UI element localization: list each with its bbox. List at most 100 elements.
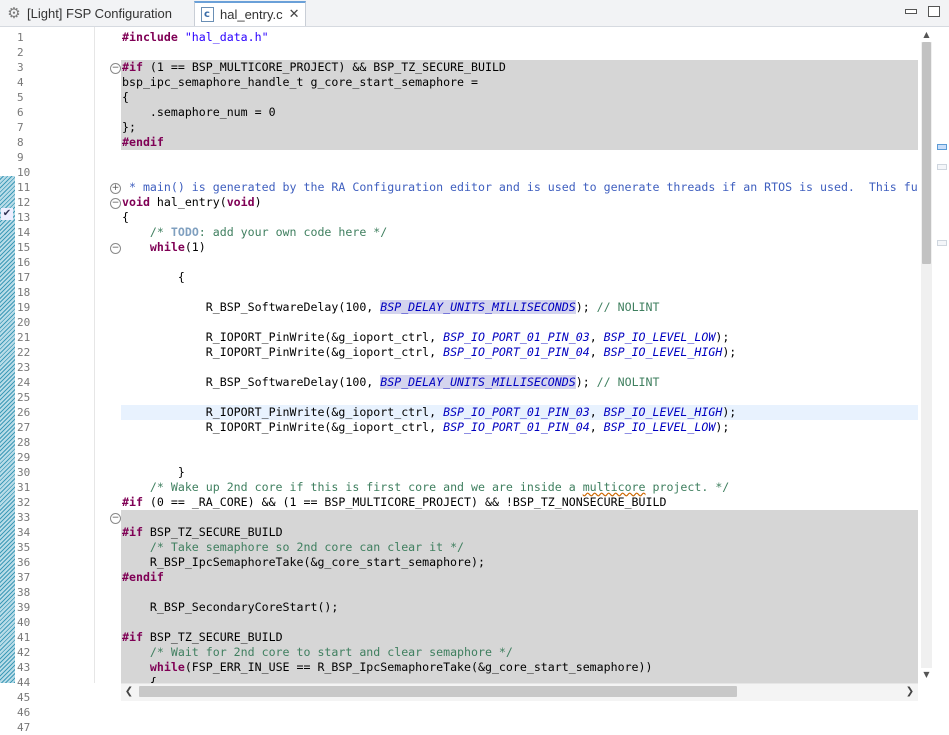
code-line[interactable]: { <box>121 270 918 285</box>
fold-expand-icon[interactable]: + <box>110 183 121 194</box>
line-number: 40 <box>17 616 31 629</box>
code-line[interactable]: /* Take semaphore so 2nd core can clear … <box>121 540 918 555</box>
code-line[interactable]: /* Wait for 2nd core to start and clear … <box>121 645 918 660</box>
vertical-scroll-thumb[interactable] <box>922 42 931 264</box>
line-number: 18 <box>17 286 31 299</box>
code-line[interactable]: R_IOPORT_PinWrite(&g_ioport_ctrl, BSP_IO… <box>121 345 918 360</box>
line-number: 27 <box>17 421 31 434</box>
code-line[interactable]: #endif <box>121 570 918 585</box>
code-line[interactable]: #if (0 == _RA_CORE) && (1 == BSP_MULTICO… <box>121 495 918 510</box>
code-editor[interactable]: #include "hal_data.h" #if (1 == BSP_MULT… <box>121 27 918 683</box>
code-line[interactable]: while(1) <box>121 240 918 255</box>
code-line[interactable] <box>121 315 918 330</box>
code-line[interactable] <box>121 450 918 465</box>
line-number: 42 <box>17 646 31 659</box>
line-number: 28 <box>17 436 31 449</box>
overview-marker[interactable] <box>937 240 947 246</box>
code-line[interactable]: }; <box>121 120 918 135</box>
line-number: 33 <box>17 511 31 524</box>
code-line[interactable] <box>121 165 918 180</box>
fold-collapse-icon[interactable]: − <box>110 243 121 254</box>
code-line[interactable]: while(FSP_ERR_IN_USE == R_BSP_IpcSemapho… <box>121 660 918 675</box>
line-number: 8 <box>17 136 24 149</box>
line-number: 44 <box>17 676 31 689</box>
scroll-down-icon[interactable]: ▼ <box>921 669 932 681</box>
line-number: 38 <box>17 586 31 599</box>
code-line[interactable] <box>121 510 918 525</box>
code-line[interactable]: { <box>121 90 918 105</box>
code-line[interactable] <box>121 390 918 405</box>
fold-collapse-icon[interactable]: − <box>110 513 121 524</box>
code-line[interactable]: R_BSP_SoftwareDelay(100, BSP_DELAY_UNITS… <box>121 375 918 390</box>
code-line[interactable]: R_IOPORT_PinWrite(&g_ioport_ctrl, BSP_IO… <box>121 330 918 345</box>
overview-ruler[interactable] <box>936 27 949 683</box>
overview-current-marker[interactable] <box>937 144 947 150</box>
fold-collapse-icon[interactable]: − <box>110 63 121 74</box>
code-line[interactable] <box>121 285 918 300</box>
code-line[interactable] <box>121 150 918 165</box>
code-line[interactable] <box>121 615 918 630</box>
minimize-button[interactable] <box>905 9 917 14</box>
tab-fsp-configuration[interactable]: ⚙ [Light] FSP Configuration <box>2 2 192 25</box>
overview-marker[interactable] <box>937 164 947 170</box>
scroll-up-icon[interactable]: ▲ <box>921 29 932 41</box>
close-icon[interactable]: ✕ <box>289 7 300 22</box>
scroll-left-icon[interactable]: ❮ <box>123 684 135 699</box>
code-line[interactable] <box>121 45 918 60</box>
fold-collapse-icon[interactable]: − <box>110 198 121 209</box>
code-line[interactable]: /* Wake up 2nd core if this is first cor… <box>121 480 918 495</box>
code-line[interactable] <box>121 435 918 450</box>
line-number: 36 <box>17 556 31 569</box>
code-line[interactable]: R_BSP_IpcSemaphoreTake(&g_core_start_sem… <box>121 555 918 570</box>
line-number: 43 <box>17 661 31 674</box>
code-line[interactable]: R_IOPORT_PinWrite(&g_ioport_ctrl, BSP_IO… <box>121 405 918 420</box>
line-number: 6 <box>17 106 24 119</box>
line-number: 24 <box>17 376 31 389</box>
line-number: 5 <box>17 91 24 104</box>
folding-ruler <box>95 27 121 683</box>
line-number: 10 <box>17 166 31 179</box>
code-line[interactable]: .semaphore_num = 0 <box>121 105 918 120</box>
code-line[interactable]: void hal_entry(void) <box>121 195 918 210</box>
line-number: 41 <box>17 631 31 644</box>
code-line[interactable]: { <box>121 675 918 683</box>
code-line[interactable]: R_BSP_SoftwareDelay(100, BSP_DELAY_UNITS… <box>121 300 918 315</box>
code-line[interactable]: R_BSP_SecondaryCoreStart(); <box>121 600 918 615</box>
horizontal-scroll-thumb[interactable] <box>139 686 737 697</box>
line-number: 20 <box>17 316 31 329</box>
line-number: 16 <box>17 256 31 269</box>
c-file-icon: c <box>199 7 215 23</box>
tab-label: [Light] FSP Configuration <box>27 6 173 21</box>
line-number: 4 <box>17 76 24 89</box>
tab-hal-entry-c[interactable]: c hal_entry.c ✕ <box>194 1 306 26</box>
code-line[interactable]: #include "hal_data.h" <box>121 30 918 45</box>
maximize-button[interactable] <box>928 6 940 17</box>
code-line[interactable]: * main() is generated by the RA Configur… <box>121 180 918 195</box>
line-number: 37 <box>17 571 31 584</box>
line-number: 30 <box>17 466 31 479</box>
line-number: 31 <box>17 481 31 494</box>
line-number: 1 <box>17 31 24 44</box>
line-number: 19 <box>17 301 31 314</box>
code-line[interactable]: #if (1 == BSP_MULTICORE_PROJECT) && BSP_… <box>121 60 918 75</box>
editor-tab-bar: ⚙ [Light] FSP Configuration c hal_entry.… <box>0 0 949 27</box>
line-number: 39 <box>17 601 31 614</box>
quick-diff-change-bar[interactable] <box>0 176 15 683</box>
line-number: 26 <box>17 406 31 419</box>
line-number: 11 <box>17 181 31 194</box>
task-marker-icon[interactable]: ✔ <box>1 208 13 220</box>
code-line[interactable] <box>121 360 918 375</box>
code-line[interactable]: bsp_ipc_semaphore_handle_t g_core_start_… <box>121 75 918 90</box>
code-line[interactable]: { <box>121 210 918 225</box>
code-line[interactable]: /* TODO: add your own code here */ <box>121 225 918 240</box>
code-line[interactable]: #if BSP_TZ_SECURE_BUILD <box>121 630 918 645</box>
code-line[interactable] <box>121 585 918 600</box>
code-line[interactable]: R_IOPORT_PinWrite(&g_ioport_ctrl, BSP_IO… <box>121 420 918 435</box>
code-line[interactable]: #if BSP_TZ_SECURE_BUILD <box>121 525 918 540</box>
gear-icon: ⚙ <box>7 4 21 22</box>
code-line[interactable] <box>121 255 918 270</box>
code-line[interactable]: } <box>121 465 918 480</box>
code-line[interactable]: #endif <box>121 135 918 150</box>
scroll-right-icon[interactable]: ❯ <box>904 684 916 699</box>
line-number: 32 <box>17 496 31 509</box>
